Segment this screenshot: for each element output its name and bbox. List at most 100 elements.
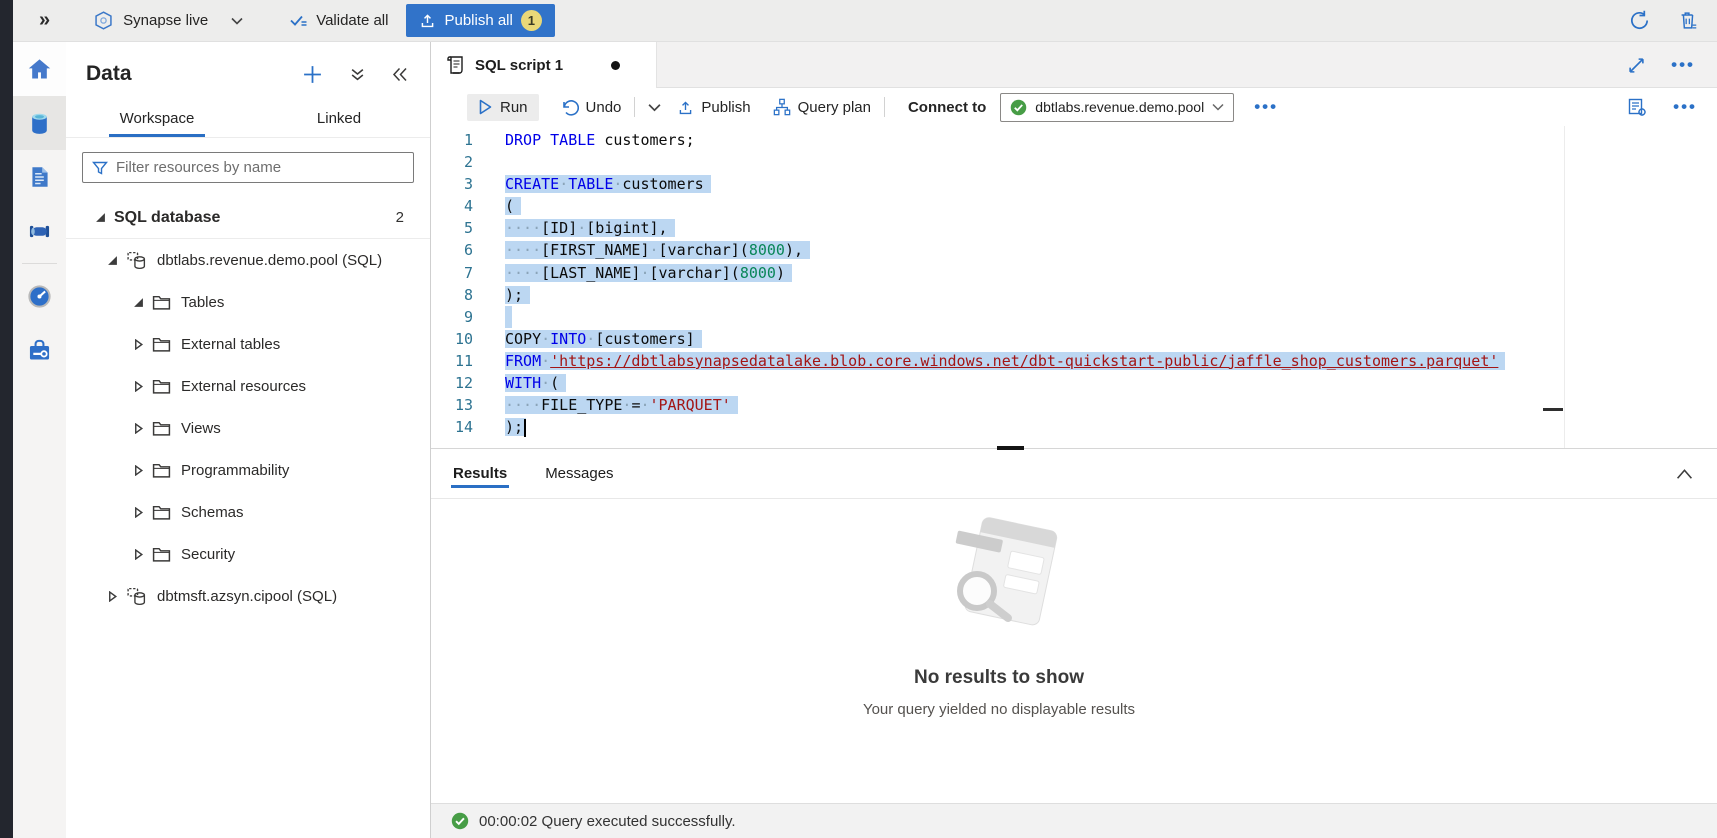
toolbar-more-icon[interactable]: •••: [1254, 97, 1278, 117]
tree-row-external-tables[interactable]: External tables: [66, 323, 430, 365]
tree-row-external-resources[interactable]: External resources: [66, 365, 430, 407]
tab-messages[interactable]: Messages: [543, 451, 615, 496]
sql-script-icon: [447, 55, 465, 75]
add-resource-icon[interactable]: [302, 64, 323, 85]
code-line-3[interactable]: 3 CREATE·TABLE·customers: [431, 173, 1717, 195]
query-plan-button[interactable]: Query plan: [773, 98, 871, 116]
code-line-4[interactable]: 4(: [431, 195, 1717, 217]
tree-row-label: External tables: [181, 336, 280, 353]
properties-icon[interactable]: [1627, 97, 1647, 117]
tree-row-label: Security: [181, 546, 235, 563]
run-options-chevron[interactable]: [648, 103, 661, 112]
line-text: FROM·'https://dbtlabsynapsedatalake.blob…: [505, 350, 1505, 372]
data-icon: [26, 110, 53, 137]
expand-menu-icon[interactable]: »: [39, 9, 50, 32]
toolbar-divider: [884, 97, 885, 117]
develop-icon: [27, 164, 53, 190]
folder-icon: [152, 378, 171, 395]
code-line-5[interactable]: 5····[ID]·[bigint],: [431, 217, 1717, 239]
editor-scrollbar-track[interactable]: [1564, 126, 1565, 448]
empty-title: No results to show: [914, 667, 1084, 689]
code-line-7[interactable]: 7····[LAST_NAME]·[varchar](8000): [431, 262, 1717, 284]
collapsed-triangle-icon[interactable]: [133, 339, 144, 350]
nav-home-button[interactable]: [13, 42, 66, 96]
line-number: 4: [431, 195, 481, 217]
collapse-results-chevron-icon[interactable]: [1676, 468, 1693, 480]
collapsed-triangle-icon[interactable]: [133, 423, 144, 434]
selection-highlight: CREATE·TABLE·customers: [505, 175, 711, 193]
tree-row-programmability[interactable]: Programmability: [66, 449, 430, 491]
tab-results[interactable]: Results: [451, 451, 509, 496]
home-icon: [26, 56, 53, 83]
nav-integrate-button[interactable]: [13, 204, 66, 258]
line-number: 9: [431, 306, 481, 328]
tab-workspace[interactable]: Workspace: [66, 102, 248, 137]
chevron-down-icon: [231, 17, 243, 25]
collapsed-triangle-icon[interactable]: [133, 381, 144, 392]
publish-button[interactable]: Publish: [677, 99, 750, 116]
code-line-1[interactable]: 1DROP TABLE customers;: [431, 129, 1717, 151]
line-number: 6: [431, 239, 481, 261]
results-tab-row: Results Messages: [431, 449, 1717, 499]
code-line-2[interactable]: 2: [431, 151, 1717, 173]
nav-manage-button[interactable]: [13, 323, 66, 377]
collapsed-triangle-icon[interactable]: [133, 465, 144, 476]
publish-count-badge: 1: [521, 10, 542, 31]
publish-all-button[interactable]: Publish all 1: [406, 4, 554, 37]
code-line-6[interactable]: 6····[FIRST_NAME]·[varchar](8000),: [431, 239, 1717, 261]
nav-monitor-button[interactable]: [13, 269, 66, 323]
tree-row-sql-database[interactable]: SQL database2: [66, 197, 430, 239]
undo-button[interactable]: Undo: [561, 99, 622, 116]
collapsed-triangle-icon[interactable]: [133, 549, 144, 560]
tree-row-label: dbtmsft.azsyn.cipool (SQL): [157, 588, 337, 605]
line-text: (: [505, 195, 521, 217]
expanded-triangle-icon[interactable]: [133, 297, 144, 308]
synapse-mode-dropdown[interactable]: Synapse live: [93, 10, 243, 31]
monitor-icon: [26, 283, 53, 310]
expanded-triangle-icon[interactable]: [95, 212, 106, 223]
tab-linked[interactable]: Linked: [248, 102, 430, 137]
tree-row-views[interactable]: Views: [66, 407, 430, 449]
tree-row-dbtlabs-revenue-demo-pool-sql[interactable]: dbtlabs.revenue.demo.pool (SQL): [66, 239, 430, 281]
nav-develop-button[interactable]: [13, 150, 66, 204]
tree-row-label: Views: [181, 420, 221, 437]
line-text: );: [505, 416, 526, 438]
code-editor[interactable]: 1DROP TABLE customers;23 CREATE·TABLE·cus…: [431, 126, 1717, 448]
discard-trash-icon[interactable]: [1677, 9, 1699, 32]
line-number: 3: [431, 173, 481, 195]
expand-editor-icon[interactable]: [1628, 57, 1645, 74]
expanded-triangle-icon[interactable]: [107, 255, 118, 266]
code-line-12[interactable]: 12WITH·(: [431, 372, 1717, 394]
tree-row-tables[interactable]: Tables: [66, 281, 430, 323]
collapsed-triangle-icon[interactable]: [107, 591, 118, 602]
overview-ruler-cursor-mark: [1543, 408, 1563, 411]
code-line-14[interactable]: 14);: [431, 416, 1717, 438]
code-line-9[interactable]: 9: [431, 306, 1717, 328]
filter-resources-input[interactable]: [116, 159, 404, 176]
code-line-13[interactable]: 13····FILE_TYPE·=·'PARQUET': [431, 394, 1717, 416]
toolbar-divider: [634, 97, 635, 117]
refresh-icon[interactable]: [1628, 9, 1651, 32]
tab-more-actions-icon[interactable]: •••: [1671, 55, 1695, 75]
editor-more-icon[interactable]: •••: [1673, 97, 1697, 117]
code-line-11[interactable]: 11FROM·'https://dbtlabsynapsedatalake.bl…: [431, 350, 1717, 372]
tree-row-security[interactable]: Security: [66, 533, 430, 575]
collapse-panel-icon[interactable]: [392, 67, 408, 82]
collapsed-triangle-icon[interactable]: [133, 507, 144, 518]
tab-sql-script-1[interactable]: SQL script 1: [431, 42, 657, 88]
line-number: 7: [431, 262, 481, 284]
pool-select-dropdown[interactable]: dbtlabs.revenue.demo.pool: [1000, 93, 1234, 122]
code-line-10[interactable]: 10COPY·INTO·[customers]: [431, 328, 1717, 350]
run-button[interactable]: Run: [467, 94, 539, 121]
line-text: CREATE·TABLE·customers: [505, 173, 711, 195]
tree-row-schemas[interactable]: Schemas: [66, 491, 430, 533]
folder-icon: [152, 504, 171, 521]
validate-all-button[interactable]: Validate all: [289, 11, 388, 30]
pane-splitter-handle[interactable]: [997, 446, 1024, 450]
tree-row-dbtmsft-azsyn-cipool-sql[interactable]: dbtmsft.azsyn.cipool (SQL): [66, 575, 430, 617]
folder-icon: [152, 294, 171, 311]
code-line-8[interactable]: 8);: [431, 284, 1717, 306]
tree-row-label: External resources: [181, 378, 306, 395]
collapse-all-icon[interactable]: [350, 67, 365, 82]
nav-data-button[interactable]: [13, 96, 66, 150]
